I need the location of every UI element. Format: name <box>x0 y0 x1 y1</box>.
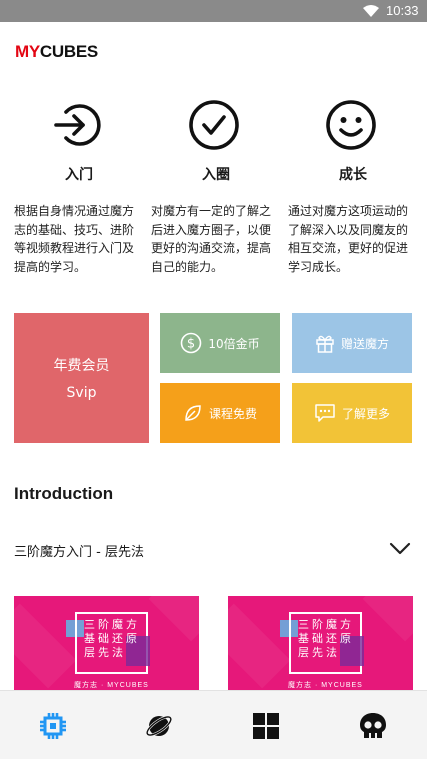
feature-description: 根据自身情况通过魔方志的基础、技巧、进阶等视频教程进行入门及提高的学习。 <box>14 204 135 274</box>
vip-subtitle: Svip <box>66 385 97 401</box>
thumbnail-brand: 魔方志 · MYCUBES <box>74 682 149 689</box>
coins-label: 10倍金币 <box>208 336 260 351</box>
course-selector-label: 三阶魔方入门 - 层先法 <box>14 545 144 560</box>
thumbnail-title: 三阶魔方基础还原层先法 <box>84 618 140 659</box>
course-label: 课程免费 <box>208 406 257 421</box>
chevron-down-icon[interactable] <box>389 542 411 556</box>
course-thumbnail[interactable]: 三阶魔方基础还原层先法 魔方志 · MYCUBES <box>14 596 199 690</box>
course-selector[interactable]: 三阶魔方入门 - 层先法 <box>0 530 427 570</box>
learn-more-tile[interactable]: 了解更多 <box>292 383 412 443</box>
thumbnail-title: 三阶魔方基础还原层先法 <box>298 618 354 659</box>
chat-dots-icon <box>315 404 335 422</box>
feature-description: 对魔方有一定的了解之后进入魔方圈子，以便更好的沟通交流，提高自己的能力。 <box>151 204 272 274</box>
svg-text:$: $ <box>187 337 195 352</box>
enter-arrow-icon <box>54 104 101 146</box>
thumbnail-pattern <box>148 596 199 642</box>
thumbnail-brand: 魔方志 · MYCUBES <box>288 682 363 689</box>
skull-icon[interactable] <box>358 711 388 741</box>
feature-description: 通过对魔方这项运动的了解深入以及同魔友的相互交流，更好的促进学习成长。 <box>288 204 409 274</box>
free-course-tile[interactable]: 课程免费 <box>160 383 280 443</box>
logo-my: MY <box>15 42 40 61</box>
gift-label: 赠送魔方 <box>340 336 389 351</box>
bottom-nav <box>0 690 427 759</box>
coins-tile[interactable]: $ 10倍金币 <box>160 313 280 373</box>
logo-cubes: CUBES <box>39 42 98 61</box>
planet-icon[interactable] <box>144 711 174 741</box>
vip-title: 年费会员 <box>53 358 110 374</box>
check-circle-icon <box>189 100 239 150</box>
gift-tile[interactable]: 赠送魔方 <box>292 313 412 373</box>
section-title: Introduction <box>14 484 114 503</box>
gift-icon <box>316 335 334 353</box>
app-logo: MYCUBES <box>15 42 98 62</box>
smiley-icon <box>326 100 376 150</box>
chip-icon[interactable] <box>38 711 68 741</box>
feature-title: 成长 <box>339 167 367 183</box>
dollar-circle-icon: $ <box>181 332 202 354</box>
course-thumbnail[interactable]: 三阶魔方基础还原层先法 魔方志 · MYCUBES <box>228 596 413 690</box>
more-label: 了解更多 <box>341 406 390 421</box>
grid-icon[interactable] <box>251 711 281 741</box>
thumbnail-pattern <box>228 603 291 689</box>
thumbnail-pattern <box>362 596 413 642</box>
feature-title: 入门 <box>65 167 93 183</box>
leaf-icon <box>185 405 201 421</box>
feature-title: 入圈 <box>202 167 230 183</box>
wifi-icon <box>363 5 379 17</box>
vip-membership-tile[interactable]: 年费会员 Svip <box>14 313 149 443</box>
status-bar: 10:33 <box>0 0 427 22</box>
status-time: 10:33 <box>386 3 419 18</box>
thumbnail-pattern <box>14 603 77 689</box>
